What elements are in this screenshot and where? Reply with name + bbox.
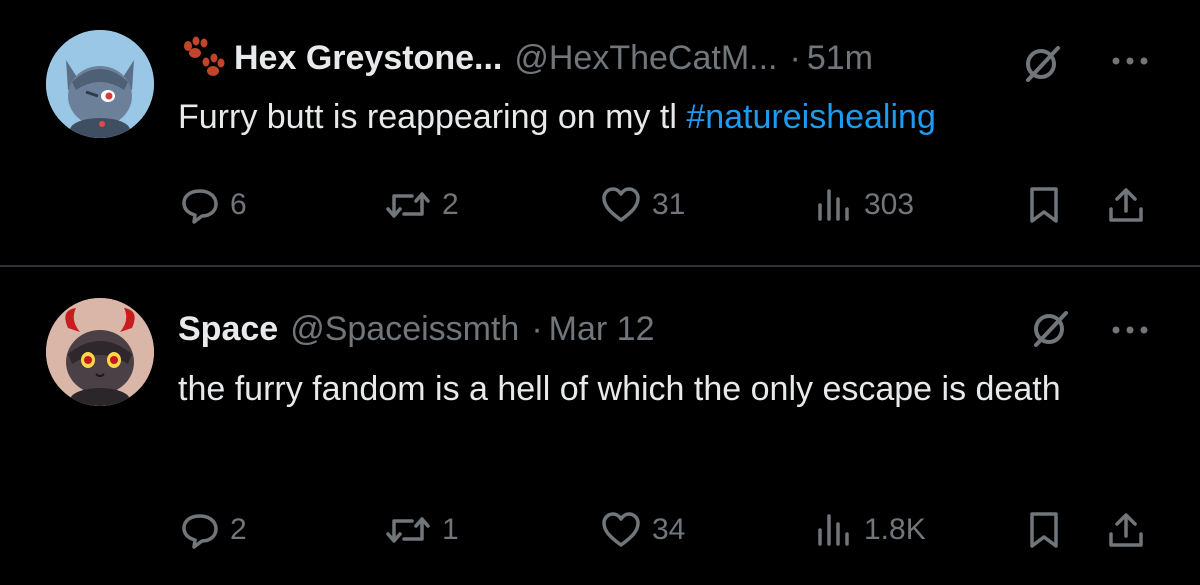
views-count: 303 <box>864 188 915 221</box>
bookmark-icon <box>1030 512 1058 548</box>
share-icon <box>1109 513 1143 547</box>
bookmark-button[interactable] <box>1026 505 1062 555</box>
views-icon <box>818 189 849 221</box>
grok-icon[interactable] <box>1024 44 1062 82</box>
separator-dot: · <box>531 309 543 348</box>
avatar[interactable] <box>46 30 154 138</box>
tweet-text: the furry fandom is a hell of which the … <box>178 370 1061 408</box>
tweet-body: Furry butt is reappearing on my tl <box>178 98 687 136</box>
bookmark-button[interactable] <box>1026 180 1062 230</box>
author-display-name[interactable]: Space <box>178 310 278 349</box>
like-count: 31 <box>652 188 686 221</box>
hashtag-link[interactable]: #natureishealing <box>686 98 936 136</box>
views-count: 1.8K <box>864 513 926 546</box>
like-icon <box>602 187 640 222</box>
reply-icon <box>182 189 218 224</box>
separator-dot: · <box>789 38 801 77</box>
action-bar: 2 1 34 1.8K <box>0 505 1200 555</box>
tweet-header: Space @Spaceissmth · Mar 12 <box>178 306 655 352</box>
reply-count: 2 <box>230 513 247 546</box>
avatar[interactable] <box>46 298 154 406</box>
reply-icon <box>182 514 218 549</box>
repost-count: 1 <box>442 513 459 546</box>
tweet-timestamp[interactable]: 51m <box>807 39 873 78</box>
tweet[interactable]: Space @Spaceissmth · Mar 12 the furry fa… <box>0 268 1200 585</box>
share-button[interactable] <box>1106 505 1146 555</box>
tweet[interactable]: Hex Greystone... @HexTheCatM... · 51m Fu… <box>0 0 1200 266</box>
repost-count: 2 <box>442 188 459 221</box>
repost-icon <box>386 192 430 218</box>
repost-button[interactable]: 2 <box>384 180 459 230</box>
more-icon[interactable] <box>1110 56 1150 66</box>
views-button[interactable]: 303 <box>814 180 914 230</box>
reply-count: 6 <box>230 188 247 221</box>
views-icon <box>818 514 849 546</box>
tweet-timestamp[interactable]: Mar 12 <box>549 310 655 349</box>
paw-prints-icon <box>184 36 225 76</box>
reply-button[interactable]: 2 <box>180 505 247 555</box>
grok-icon[interactable] <box>1032 309 1070 347</box>
more-icon[interactable] <box>1110 325 1150 335</box>
reply-button[interactable]: 6 <box>180 180 247 230</box>
repost-button[interactable]: 1 <box>384 505 459 555</box>
action-bar: 6 2 31 303 <box>0 180 1200 230</box>
like-count: 34 <box>652 513 686 546</box>
like-button[interactable]: 34 <box>600 505 685 555</box>
share-icon <box>1109 188 1143 222</box>
tweet-header: Hex Greystone... @HexTheCatM... · 51m <box>178 35 873 81</box>
share-button[interactable] <box>1106 180 1146 230</box>
like-button[interactable]: 31 <box>600 180 685 230</box>
author-handle[interactable]: @Spaceissmth <box>290 310 519 349</box>
views-button[interactable]: 1.8K <box>814 505 926 555</box>
author-handle[interactable]: @HexTheCatM... <box>514 39 777 78</box>
bookmark-icon <box>1030 187 1058 223</box>
tweet-divider <box>0 265 1200 267</box>
repost-icon <box>386 517 430 543</box>
tweet-text: Furry butt is reappearing on my tl #natu… <box>178 92 1138 142</box>
like-icon <box>602 512 640 547</box>
author-display-name[interactable]: Hex Greystone... <box>234 39 502 78</box>
